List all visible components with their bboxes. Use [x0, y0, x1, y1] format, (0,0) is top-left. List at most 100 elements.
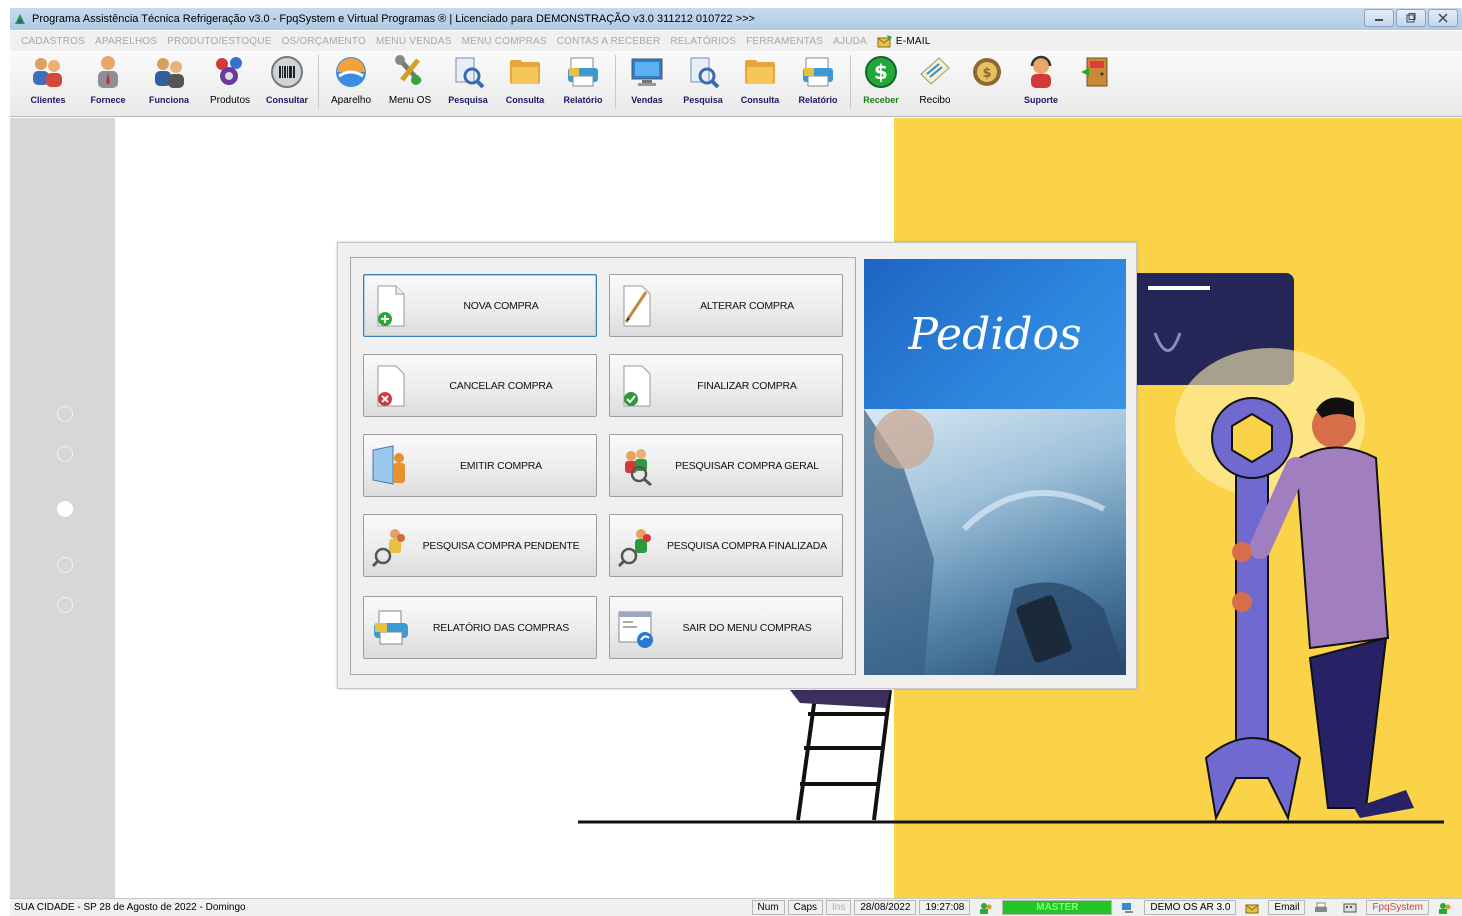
- toolbar-clientes-button[interactable]: Clientes: [18, 51, 78, 113]
- coin-icon: $: [969, 53, 1005, 91]
- toolbar-aparelho-button[interactable]: Aparelho: [323, 51, 379, 113]
- menu-email-label: E-MAIL: [895, 35, 931, 47]
- email-icon: [877, 35, 892, 48]
- toolbar-relatorio2-button[interactable]: Relatório: [790, 51, 846, 113]
- status-ins: Ins: [826, 900, 852, 915]
- toolbar-fornece-label: Fornece: [90, 95, 126, 105]
- monitor-icon: [629, 53, 665, 91]
- finalizar-compra-button[interactable]: FINALIZAR COMPRA: [609, 354, 843, 417]
- email-status-icon: [1239, 900, 1266, 915]
- pesquisa-compra-finalizada-label: PESQUISA COMPRA FINALIZADA: [667, 539, 827, 552]
- menu-compras[interactable]: MENU COMPRAS: [457, 36, 552, 47]
- status-indicators: Num Caps Ins 28/08/2022 19:27:08 MASTER …: [751, 900, 1458, 915]
- exit-door-icon: [1077, 53, 1113, 91]
- menu-contas-receber[interactable]: CONTAS A RECEBER: [552, 36, 666, 47]
- toolbar-menu-os-button[interactable]: Menu OS: [381, 51, 439, 113]
- search-people-icon: [616, 442, 658, 490]
- printer-icon: [800, 53, 836, 91]
- menu-vendas[interactable]: MENU VENDAS: [371, 36, 457, 47]
- toolbar-produtos-label: Produtos: [209, 95, 251, 106]
- pesquisa-compra-pendente-label: PESQUISA COMPRA PENDENTE: [422, 539, 580, 552]
- menu-ajuda[interactable]: AJUDA: [828, 36, 872, 47]
- pedidos-photo: [864, 409, 1126, 675]
- users-icon: [1432, 900, 1458, 915]
- toolbar-receber-button[interactable]: $ Receber: [855, 51, 907, 113]
- app-icon: [12, 11, 28, 27]
- network-icon: [1115, 900, 1142, 915]
- pedidos-image-panel: Pedidos: [864, 259, 1126, 675]
- toolbar-produtos-button[interactable]: Produtos: [202, 51, 258, 113]
- toolbar-funciona-label: Funciona: [149, 95, 189, 105]
- cancel-document-icon: [370, 362, 412, 410]
- restore-button[interactable]: [1396, 9, 1426, 27]
- toolbar-suporte-button[interactable]: Suporte: [1013, 51, 1069, 113]
- nova-compra-button[interactable]: NOVA COMPRA: [363, 274, 597, 337]
- alterar-compra-label: ALTERAR COMPRA: [700, 299, 794, 312]
- pesquisar-compra-geral-button[interactable]: PESQUISAR COMPRA GERAL: [609, 434, 843, 497]
- toolbar-pesquisa1-button[interactable]: Pesquisa: [441, 51, 495, 113]
- receipt-icon: [917, 53, 953, 91]
- employees-icon: [151, 53, 187, 91]
- toolbar: Clientes Fornece Funciona Produtos Consu…: [10, 51, 1462, 117]
- status-email[interactable]: Email: [1268, 900, 1306, 915]
- window-controls: [1364, 9, 1458, 27]
- toolbar-separator: [850, 55, 851, 109]
- toolbar-separator: [615, 55, 616, 109]
- status-time: 19:27:08: [919, 900, 971, 915]
- menu-os-orcamento[interactable]: OS/ORÇAMENTO: [277, 36, 371, 47]
- pesquisa-compra-finalizada-button[interactable]: PESQUISA COMPRA FINALIZADA: [609, 514, 843, 577]
- printer-status-icon[interactable]: [1308, 900, 1335, 915]
- svg-text:$: $: [874, 60, 888, 84]
- finalizar-compra-label: FINALIZAR COMPRA: [697, 379, 797, 392]
- toolbar-relatorio1-button[interactable]: Relatório: [555, 51, 611, 113]
- toolbar-consultar-button[interactable]: Consultar: [260, 51, 314, 113]
- nova-compra-label: NOVA COMPRA: [463, 299, 539, 312]
- folder-icon: [742, 53, 778, 91]
- relatorio-compras-button[interactable]: RELATÓRIO DAS COMPRAS: [363, 596, 597, 659]
- toolbar-funciona-button[interactable]: Funciona: [138, 51, 200, 113]
- status-user: MASTER: [1002, 900, 1113, 915]
- device-icon: [333, 53, 369, 91]
- support-icon: [1023, 53, 1059, 91]
- status-location-date: SUA CIDADE - SP 28 de Agosto de 2022 - D…: [14, 902, 246, 913]
- toolbar-consulta1-label: Consulta: [505, 95, 545, 105]
- toolbar-exit-button[interactable]: [1071, 51, 1119, 113]
- close-button[interactable]: [1428, 9, 1458, 27]
- app-window: Programa Assistência Técnica Refrigeraçã…: [0, 0, 1462, 916]
- menu-ferramentas[interactable]: FERRAMENTAS: [741, 36, 828, 47]
- menu-produto-estoque[interactable]: PRODUTO/ESTOQUE: [162, 36, 276, 47]
- toolbar-recibo-button[interactable]: Recibo: [909, 51, 961, 113]
- issue-purchase-icon: [370, 442, 412, 490]
- toolbar-vendas-button[interactable]: Vendas: [620, 51, 674, 113]
- emitir-compra-button[interactable]: EMITIR COMPRA: [363, 434, 597, 497]
- toolbar-menu-os-label: Menu OS: [388, 95, 432, 106]
- title-bar: Programa Assistência Técnica Refrigeraçã…: [10, 8, 1462, 30]
- sair-menu-compras-label: SAIR DO MENU COMPRAS: [682, 621, 812, 634]
- minimize-button[interactable]: [1364, 9, 1394, 27]
- sair-menu-compras-button[interactable]: SAIR DO MENU COMPRAS: [609, 596, 843, 659]
- menu-relatorios[interactable]: RELATÓRIOS: [665, 36, 741, 47]
- edit-pencil-icon: [616, 282, 658, 330]
- menu-aparelhos[interactable]: APARELHOS: [90, 36, 162, 47]
- toolbar-fornece-button[interactable]: Fornece: [80, 51, 136, 113]
- search-document-icon: [450, 53, 486, 91]
- toolbar-consulta1-button[interactable]: Consulta: [497, 51, 553, 113]
- toolbar-separator: [318, 55, 319, 109]
- status-caps: Caps: [787, 900, 824, 915]
- menu-email[interactable]: E-MAIL: [872, 34, 936, 48]
- pedidos-title: Pedidos: [908, 308, 1082, 360]
- toolbar-pesquisa2-button[interactable]: Pesquisa: [676, 51, 730, 113]
- toolbar-coins-button[interactable]: $: [963, 51, 1011, 113]
- keyboard-icon[interactable]: [1337, 900, 1364, 915]
- menu-cadastros[interactable]: CADASTROS: [16, 36, 90, 47]
- toolbar-relatorio2-label: Relatório: [798, 95, 838, 105]
- barcode-icon: [269, 53, 305, 91]
- pesquisa-compra-pendente-button[interactable]: PESQUISA COMPRA PENDENTE: [363, 514, 597, 577]
- alterar-compra-button[interactable]: ALTERAR COMPRA: [609, 274, 843, 337]
- tools-icon: [392, 53, 428, 91]
- status-version: DEMO OS AR 3.0: [1144, 900, 1237, 915]
- toolbar-pesquisa1-label: Pesquisa: [448, 95, 488, 105]
- cancelar-compra-button[interactable]: CANCELAR COMPRA: [363, 354, 597, 417]
- toolbar-consulta2-label: Consulta: [740, 95, 780, 105]
- toolbar-consulta2-button[interactable]: Consulta: [732, 51, 788, 113]
